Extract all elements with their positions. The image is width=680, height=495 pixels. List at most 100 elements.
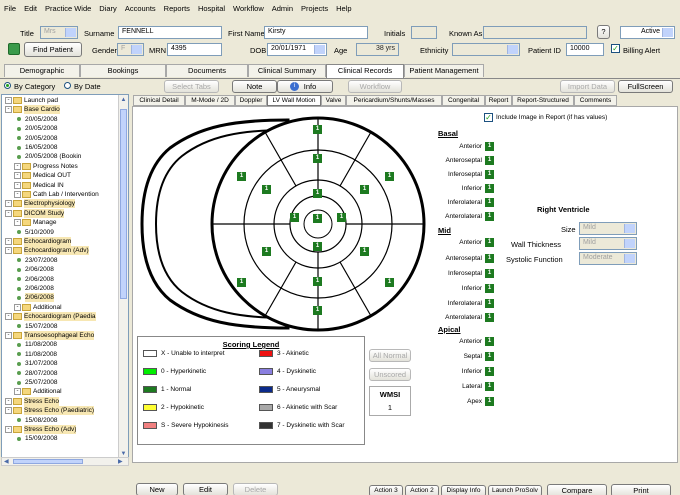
select-tabs-button[interactable]: Select Tabs	[164, 80, 219, 93]
menu-hospital[interactable]: Hospital	[194, 0, 229, 13]
tree-folder[interactable]: - Stress Echo	[5, 396, 60, 406]
tree-hscroll-thumb[interactable]	[13, 459, 83, 464]
tree-folder[interactable]: - Medical OUT	[14, 171, 71, 180]
tab-demographic[interactable]: Demographic	[4, 64, 80, 77]
tree-folder[interactable]: - Progress Notes	[14, 162, 78, 171]
menu-projects[interactable]: Projects	[297, 0, 332, 13]
seg-score-apical-lateral[interactable]: 1	[337, 213, 346, 222]
subtab-lv-wall-motion[interactable]: LV Wall Motion	[267, 95, 321, 106]
tree-record[interactable]: 16/05/2008	[14, 143, 58, 152]
seg-score-mid-inferolateral[interactable]: 1	[360, 247, 369, 256]
tree-record[interactable]: 2/06/2008	[14, 265, 54, 274]
import-data-button[interactable]: Import Data	[560, 80, 615, 93]
mid-inferior-score[interactable]: 1	[485, 284, 494, 293]
firstname-field[interactable]: Kirsty	[264, 26, 368, 39]
tree-record[interactable]: 15/08/2008	[14, 416, 58, 425]
new-button[interactable]: New	[136, 483, 178, 495]
tree-record[interactable]: 23/07/2008	[14, 256, 58, 265]
tree-folder[interactable]: - Electrophysiology	[5, 199, 75, 209]
subtab-congenital[interactable]: Congenital	[442, 95, 485, 106]
all-normal-button[interactable]: All Normal	[369, 349, 411, 362]
tree-expander-icon[interactable]: -	[14, 191, 21, 198]
tree-expander-icon[interactable]: -	[5, 106, 12, 114]
rv-size-select[interactable]: Mild	[579, 222, 637, 235]
tree-record[interactable]: 20/05/2008	[14, 124, 58, 133]
mid-anterior-score[interactable]: 1	[485, 238, 494, 247]
patientid-field[interactable]: 10000	[566, 43, 604, 56]
tab-clinical-summary[interactable]: Clinical Summary	[248, 64, 326, 77]
tree-record[interactable]: 5/10/2009	[14, 228, 54, 237]
tree-record[interactable]: 25/07/2008	[14, 378, 58, 387]
subtab-pericardium[interactable]: Pericardium/Shunts/Masses	[346, 95, 442, 106]
tree-expander-icon[interactable]: -	[5, 426, 12, 433]
tree-expander-icon[interactable]: -	[5, 97, 12, 104]
scroll-left-icon[interactable]: ◀	[4, 458, 9, 465]
tree-folder[interactable]: - Base Cardio	[5, 105, 60, 115]
menu-file[interactable]: File	[0, 0, 20, 13]
menu-admin[interactable]: Admin	[268, 0, 297, 13]
mid-anterolateral-score[interactable]: 1	[485, 313, 494, 322]
seg-score-apex[interactable]: 1	[313, 214, 322, 223]
workflow-button[interactable]: Workflow	[348, 80, 402, 93]
basal-inferolateral-score[interactable]: 1	[485, 198, 494, 207]
tab-documents[interactable]: Documents	[166, 64, 248, 77]
tree-folder[interactable]: - Echocardiogram	[5, 237, 72, 246]
apical-septal-score[interactable]: 1	[485, 352, 494, 361]
tree-scroll-thumb[interactable]	[120, 109, 127, 299]
tree-expander-icon[interactable]: -	[14, 388, 21, 396]
tree-folder[interactable]: - Cath Lab / Intervention	[14, 190, 99, 199]
tree-record[interactable]: 15/07/2008	[14, 322, 58, 331]
menu-diary[interactable]: Diary	[95, 0, 121, 13]
print-button[interactable]: Print	[611, 484, 671, 495]
refresh-icon[interactable]	[8, 43, 20, 55]
tree-record[interactable]: 20/05/2008	[14, 134, 58, 143]
tab-patient-management[interactable]: Patient Management	[404, 64, 484, 77]
rv-wall-select[interactable]: Mild	[579, 237, 637, 250]
subtab-clinical-detail[interactable]: Clinical Detail	[133, 95, 185, 106]
mid-inferolateral-score[interactable]: 1	[485, 299, 494, 308]
mid-anteroseptal-score[interactable]: 1	[485, 254, 494, 263]
tree-expander-icon[interactable]: -	[14, 172, 21, 180]
tree-folder[interactable]: - Stress Echo (Paediatric)	[5, 406, 95, 416]
apical-lateral-score[interactable]: 1	[485, 382, 494, 391]
note-button[interactable]: Note	[232, 80, 277, 93]
subtab-doppler[interactable]: Doppler	[235, 95, 267, 106]
tree-expander-icon[interactable]: -	[5, 209, 12, 217]
rv-systolic-select[interactable]: Moderate	[579, 252, 637, 265]
tree-record[interactable]: 11/08/2008	[14, 350, 57, 359]
seg-score-mid-anterolateral[interactable]: 1	[360, 185, 369, 194]
tree-record[interactable]: 2/06/2008	[14, 293, 54, 303]
find-patient-button[interactable]: Find Patient	[24, 42, 82, 57]
tree-record[interactable]: 11/08/2008	[14, 340, 57, 349]
gender-select[interactable]: F	[117, 43, 144, 56]
menu-help[interactable]: Help	[332, 0, 355, 13]
initials-field[interactable]	[411, 26, 437, 39]
by-category-radio[interactable]	[4, 82, 11, 89]
menu-workflow[interactable]: Workflow	[229, 0, 268, 13]
launch-prosolv-button[interactable]: Launch ProSolv	[488, 485, 542, 495]
menu-practice-wide[interactable]: Practice Wide	[41, 0, 95, 13]
action3-button[interactable]: Action 3	[369, 485, 403, 495]
seg-score-basal-inferolateral[interactable]: 1	[385, 278, 394, 287]
tree-expander-icon[interactable]: -	[14, 181, 21, 189]
seg-score-basal-anterolateral[interactable]: 1	[385, 172, 394, 181]
subtab-report-structured[interactable]: Report-Structured	[512, 95, 574, 106]
tree-folder[interactable]: - Additional	[14, 303, 62, 312]
tree-folder[interactable]: - Medical IN	[14, 181, 64, 190]
tree-record[interactable]: 20/05/2008	[14, 115, 58, 124]
tab-clinical-records[interactable]: Clinical Records	[326, 64, 404, 78]
tree-record[interactable]: 28/07/2008	[14, 369, 58, 378]
ethnicity-select[interactable]	[452, 43, 520, 56]
help-button[interactable]: ?	[597, 25, 610, 39]
basal-inferoseptal-score[interactable]: 1	[485, 170, 494, 179]
tree-record[interactable]: 2/06/2008	[14, 284, 54, 293]
tree-expander-icon[interactable]: -	[14, 162, 21, 170]
title-select[interactable]: Mrs	[40, 26, 78, 39]
seg-score-mid-anteroseptal[interactable]: 1	[262, 185, 271, 194]
apical-inferior-score[interactable]: 1	[485, 367, 494, 376]
basal-anterior-score[interactable]: 1	[485, 142, 494, 151]
fullscreen-button[interactable]: FullScreen	[618, 80, 673, 93]
seg-score-apical-anterior[interactable]: 1	[313, 189, 322, 198]
scroll-up-icon[interactable]: ▲	[120, 97, 127, 104]
seg-score-apical-inferior[interactable]: 1	[313, 242, 322, 251]
